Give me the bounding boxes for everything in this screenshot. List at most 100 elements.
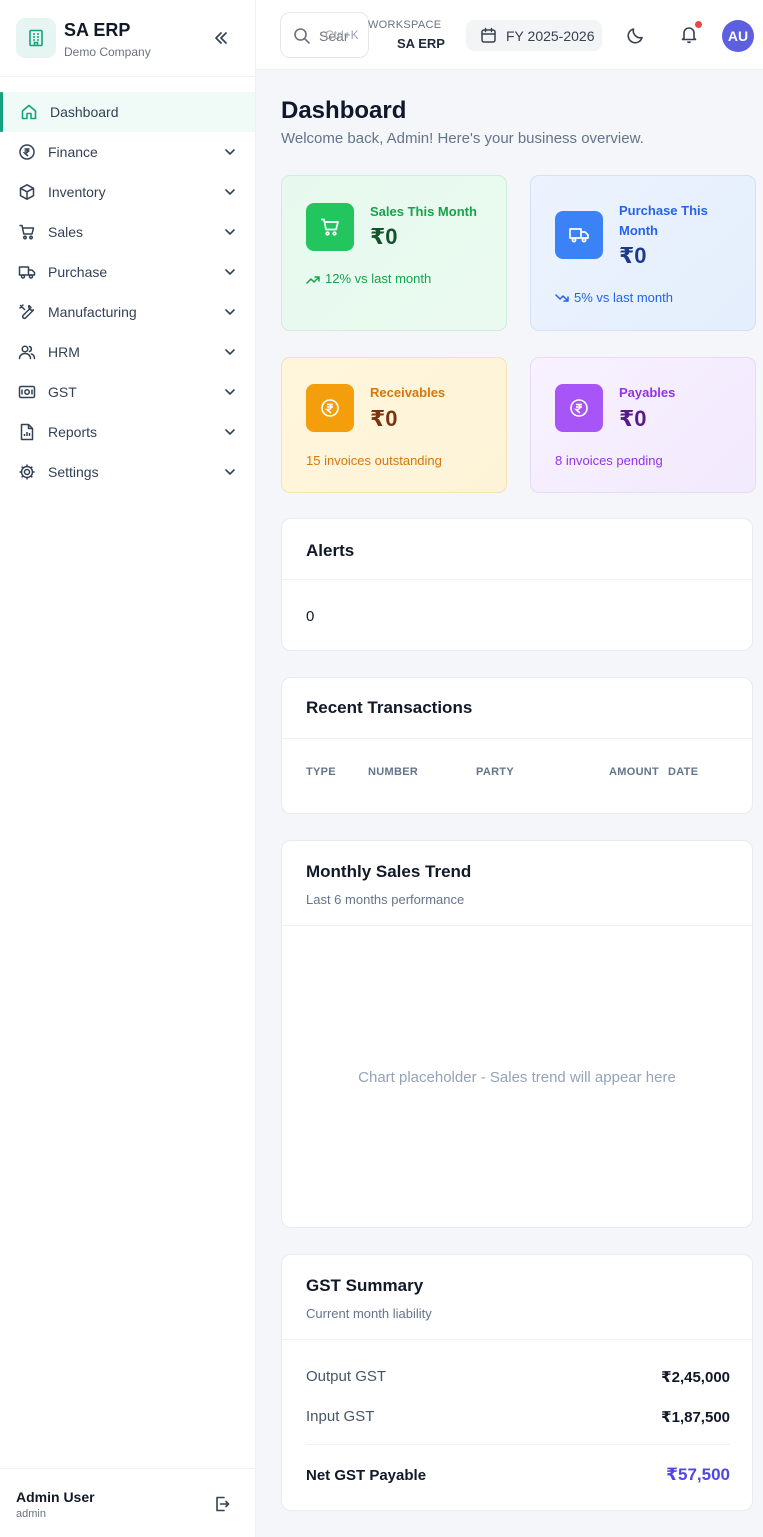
user-profile: Admin User admin xyxy=(0,1468,255,1537)
collapse-sidebar-button[interactable] xyxy=(210,27,232,49)
gst-input-label: Input GST xyxy=(306,1408,375,1425)
chevron-down-icon xyxy=(225,349,235,356)
rupee-icon xyxy=(555,384,603,432)
gst-output-label: Output GST xyxy=(306,1368,387,1385)
logout-button[interactable] xyxy=(212,1494,232,1514)
sidebar-item-manufacturing[interactable]: Manufacturing xyxy=(0,292,255,332)
chevron-down-icon xyxy=(225,309,235,316)
stat-card-purchase[interactable]: Purchase This Month ₹0 5% vs last month xyxy=(530,175,756,331)
fiscal-year-button[interactable]: FY 2025-2026 xyxy=(466,20,602,51)
stat-label: Purchase This Month xyxy=(619,203,708,238)
brand-subtitle: Demo Company xyxy=(64,45,151,59)
theme-toggle-button[interactable] xyxy=(626,25,646,45)
home-icon xyxy=(20,103,38,121)
user-role: admin xyxy=(16,1508,46,1520)
sidebar-item-hrm[interactable]: HRM xyxy=(0,332,255,372)
truck-icon xyxy=(555,211,603,259)
stat-trend-text: 5% vs last month xyxy=(574,290,673,305)
gst-net-label: Net GST Payable xyxy=(306,1467,427,1484)
sidebar-item-label: Dashboard xyxy=(50,104,119,120)
divider xyxy=(282,1339,752,1340)
column-header-party[interactable]: PARTY xyxy=(476,766,514,778)
sidebar: SA ERP Demo Company Dashboard Finance In… xyxy=(0,0,256,1537)
card-title: Recent Transactions xyxy=(306,698,473,717)
rupee-icon xyxy=(18,143,36,161)
chevron-down-icon xyxy=(225,389,235,396)
sidebar-item-gst[interactable]: GST xyxy=(0,372,255,412)
stat-card-receivables[interactable]: Receivables ₹0 15 invoices outstanding xyxy=(281,357,507,493)
divider xyxy=(306,1444,730,1445)
sidebar-item-sales[interactable]: Sales xyxy=(0,212,255,252)
sidebar-item-purchase[interactable]: Purchase xyxy=(0,252,255,292)
workspace-name: SA ERP xyxy=(397,36,445,51)
column-header-type[interactable]: TYPE xyxy=(306,766,336,778)
sidebar-item-label: Finance xyxy=(48,144,98,160)
alerts-card: Alerts 0 xyxy=(281,518,753,651)
chevron-down-icon xyxy=(225,269,235,276)
gst-summary-card: GST Summary Current month liability Outp… xyxy=(281,1254,753,1511)
sidebar-item-label: Manufacturing xyxy=(48,304,137,320)
sidebar-item-finance[interactable]: Finance xyxy=(0,132,255,172)
top-header: Ctrl+K WORKSPACE SA ERP FY 2025-2026 AU xyxy=(256,0,763,70)
brand-header: SA ERP Demo Company xyxy=(0,0,255,77)
avatar[interactable]: AU xyxy=(722,20,754,52)
cart-icon xyxy=(306,203,354,251)
truck-icon xyxy=(18,263,36,281)
notification-dot xyxy=(695,21,702,28)
page-subtitle: Welcome back, Admin! Here's your busines… xyxy=(281,130,644,147)
sales-trend-card: Monthly Sales Trend Last 6 months perfor… xyxy=(281,840,753,1228)
card-subtitle: Last 6 months performance xyxy=(306,892,465,907)
stat-trend: 5% vs last month xyxy=(555,290,673,305)
page-title: Dashboard xyxy=(281,97,407,124)
gst-output-value: ₹2,45,000 xyxy=(661,1369,730,1386)
divider xyxy=(282,579,752,580)
chevron-down-icon xyxy=(225,469,235,476)
report-icon xyxy=(18,423,36,441)
search-box[interactable]: Ctrl+K xyxy=(280,12,369,58)
chevron-down-icon xyxy=(225,229,235,236)
brand-title: SA ERP xyxy=(64,20,131,40)
workspace-label: WORKSPACE xyxy=(368,19,442,31)
stat-trend: 12% vs last month xyxy=(306,271,431,286)
recent-transactions-card: Recent Transactions TYPE NUMBER PARTY AM… xyxy=(281,677,753,814)
stat-value: ₹0 xyxy=(619,243,647,268)
sidebar-item-inventory[interactable]: Inventory xyxy=(0,172,255,212)
sidebar-item-dashboard[interactable]: Dashboard xyxy=(0,92,255,132)
search-icon xyxy=(294,28,310,44)
card-subtitle: Current month liability xyxy=(306,1306,432,1321)
stat-value: ₹0 xyxy=(370,224,398,249)
card-title: Alerts xyxy=(306,541,355,560)
stat-card-sales[interactable]: Sales This Month ₹0 12% vs last month xyxy=(281,175,507,331)
user-name: Admin User xyxy=(16,1489,95,1505)
stat-label: Payables xyxy=(619,385,676,400)
stat-value: ₹0 xyxy=(619,406,647,431)
sidebar-item-label: Settings xyxy=(48,464,99,480)
column-header-amount[interactable]: AMOUNT xyxy=(609,766,659,778)
stat-trend-text: 12% vs last month xyxy=(325,271,432,286)
gst-output-row: Output GST ₹2,45,000 xyxy=(306,1368,730,1386)
receipt-icon xyxy=(18,383,36,401)
sidebar-item-label: Sales xyxy=(48,224,84,240)
stat-foot: 8 invoices pending xyxy=(555,453,663,468)
column-header-date[interactable]: DATE xyxy=(668,766,698,778)
divider xyxy=(282,925,752,926)
sidebar-item-label: Reports xyxy=(48,424,98,440)
chart-placeholder: Chart placeholder - Sales trend will app… xyxy=(358,1069,676,1086)
chevron-down-icon xyxy=(225,149,235,156)
stat-card-payables[interactable]: Payables ₹0 8 invoices pending xyxy=(530,357,756,493)
trend-up-icon xyxy=(306,275,320,284)
logout-icon xyxy=(216,1496,230,1512)
stat-label: Sales This Month xyxy=(370,204,477,219)
moon-icon xyxy=(627,28,643,44)
rupee-icon xyxy=(306,384,354,432)
chevron-down-icon xyxy=(225,189,235,196)
stat-foot: 15 invoices outstanding xyxy=(306,453,442,468)
sidebar-item-settings[interactable]: Settings xyxy=(0,452,255,492)
sidebar-item-reports[interactable]: Reports xyxy=(0,412,255,452)
box-icon xyxy=(18,183,36,201)
column-header-number[interactable]: NUMBER xyxy=(368,766,418,778)
gear-icon xyxy=(18,463,36,481)
alerts-count: 0 xyxy=(306,608,315,625)
calendar-icon xyxy=(481,27,496,43)
search-shortcut: Ctrl+K xyxy=(325,28,359,42)
